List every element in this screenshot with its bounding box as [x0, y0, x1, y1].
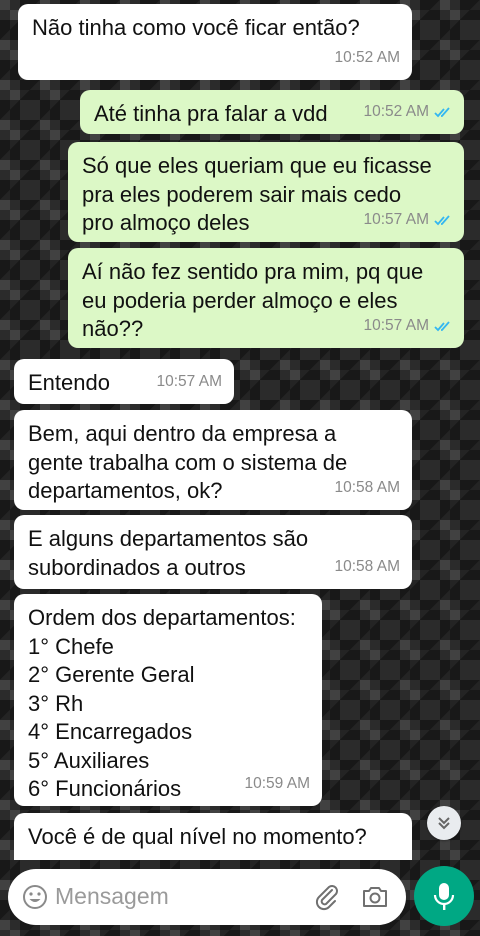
chat-area: Não tinha como você ficar então? 10:52 A… — [0, 0, 480, 860]
attach-icon[interactable] — [314, 883, 340, 911]
message-bubble[interactable]: Até tinha pra falar a vdd 10:52 AM — [80, 90, 464, 134]
message-time: 10:57 AM — [156, 372, 223, 390]
message-composer: Mensagem — [8, 869, 406, 925]
message-meta: 10:52 AM — [335, 44, 401, 73]
message-meta: 10:59 AM — [245, 770, 311, 799]
message-bubble[interactable]: Você é de qual nível no momento? — [14, 813, 412, 860]
message-meta: 10:57 AM — [157, 368, 223, 397]
emoji-icon[interactable] — [22, 884, 48, 910]
message-bubble[interactable]: Não tinha como você ficar então? 10:52 A… — [18, 4, 412, 80]
message-time: 10:52 AM — [334, 48, 401, 66]
message-time: 10:57 AM — [363, 316, 430, 334]
message-meta: 10:52 AM — [364, 98, 453, 127]
read-ticks-icon — [434, 107, 450, 118]
scroll-down-button[interactable] — [427, 806, 461, 840]
message-text: Você é de qual nível no momento? — [28, 824, 367, 849]
message-bubble[interactable]: Bem, aqui dentro da empresa a gente trab… — [14, 410, 412, 510]
message-bubble[interactable]: Só que eles queriam que eu ficasse pra e… — [68, 142, 464, 242]
message-input[interactable]: Mensagem — [55, 883, 169, 910]
message-meta: 10:58 AM — [335, 553, 401, 582]
read-ticks-icon — [434, 215, 450, 226]
mic-icon — [433, 883, 455, 910]
message-bubble[interactable]: Aí não fez sentido pra mim, pq que eu po… — [68, 248, 464, 348]
message-time: 10:57 AM — [363, 210, 430, 228]
camera-icon[interactable] — [361, 884, 389, 910]
message-meta: 10:57 AM — [364, 206, 453, 235]
message-time: 10:58 AM — [334, 478, 401, 496]
message-time: 10:58 AM — [334, 557, 401, 575]
message-meta: 10:58 AM — [335, 474, 401, 503]
message-time: 10:59 AM — [244, 774, 311, 792]
message-meta: 10:57 AM — [364, 312, 453, 341]
mic-button[interactable] — [414, 866, 474, 926]
message-bubble[interactable]: Entendo 10:57 AM — [14, 359, 234, 404]
read-ticks-icon — [434, 321, 450, 332]
message-text: Não tinha como você ficar então? — [32, 15, 360, 40]
message-bubble[interactable]: Ordem dos departamentos: 1° Chefe 2° Ger… — [14, 594, 322, 806]
message-bubble[interactable]: E alguns departamentos são subordinados … — [14, 515, 412, 589]
message-time: 10:52 AM — [363, 102, 430, 120]
double-chevron-down-icon — [438, 817, 450, 830]
